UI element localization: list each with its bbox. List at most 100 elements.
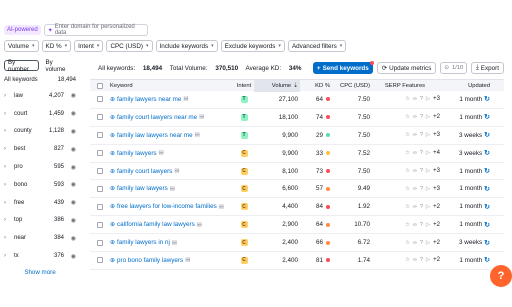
filter-cpc[interactable]: CPC (USD) ▾ <box>106 40 153 52</box>
row-checkbox[interactable] <box>97 203 103 210</box>
filter-kd[interactable]: KD % ▾ <box>41 40 72 52</box>
serp-snapshot-icon[interactable]: ▤ <box>195 132 200 138</box>
serp-snapshot-icon[interactable]: ▤ <box>170 186 175 192</box>
eye-icon[interactable]: ◉ <box>64 253 76 260</box>
row-checkbox[interactable] <box>97 221 103 228</box>
refresh-icon[interactable]: ↻ <box>484 185 490 193</box>
serp-snapshot-icon[interactable]: ▤ <box>183 96 188 102</box>
serp-more-count[interactable]: +3 <box>433 96 440 102</box>
keyword-link[interactable]: family law lawyers <box>117 185 168 192</box>
row-checkbox[interactable] <box>97 114 103 121</box>
update-counter[interactable]: ⊙ 1/10 <box>440 62 467 74</box>
keyword-link[interactable]: free lawyers for low-income families <box>117 203 217 210</box>
serp-snapshot-icon[interactable]: ▤ <box>172 240 177 246</box>
filter-intent[interactable]: Intent ▾ <box>74 40 104 52</box>
add-to-list-icon[interactable]: ⊕ <box>110 96 115 103</box>
serp-snapshot-icon[interactable]: ▤ <box>197 222 202 228</box>
eye-icon[interactable]: ◉ <box>64 235 76 242</box>
refresh-icon[interactable]: ↻ <box>484 131 490 139</box>
serp-more-count[interactable]: +2 <box>433 240 440 246</box>
add-to-list-icon[interactable]: ⊕ <box>110 203 115 210</box>
serp-snapshot-icon[interactable]: ▤ <box>174 168 179 174</box>
serp-snapshot-icon[interactable]: ▤ <box>159 150 164 156</box>
eye-icon[interactable]: ◉ <box>64 128 76 135</box>
header-kd[interactable]: KD % <box>300 83 330 89</box>
sidebar-group-item[interactable]: › top 386 ◉ <box>4 212 76 230</box>
add-to-list-icon[interactable]: ⊕ <box>110 114 115 121</box>
add-to-list-icon[interactable]: ⊕ <box>110 168 115 175</box>
keyword-link[interactable]: family law lawyers near me <box>117 132 193 139</box>
filter-advanced[interactable]: Advanced filters ▾ <box>287 40 347 52</box>
row-checkbox[interactable] <box>97 257 103 264</box>
refresh-icon[interactable]: ↻ <box>484 221 490 229</box>
row-checkbox[interactable] <box>97 168 103 174</box>
keyword-link[interactable]: family lawyers <box>117 150 157 157</box>
serp-snapshot-icon[interactable]: ▤ <box>199 114 204 120</box>
serp-more-count[interactable]: +2 <box>433 257 440 263</box>
refresh-icon[interactable]: ↻ <box>484 256 490 264</box>
export-button[interactable]: ⤓ Export <box>471 62 504 74</box>
row-checkbox[interactable] <box>97 132 103 139</box>
all-keywords-group[interactable]: All keywords 18,494 <box>4 77 76 83</box>
sidebar-group-item[interactable]: › bono 593 ◉ <box>4 176 76 194</box>
eye-icon[interactable]: ◉ <box>64 92 76 99</box>
row-checkbox[interactable] <box>97 185 103 192</box>
update-metrics-button[interactable]: ⟳ Update metrics <box>376 62 437 74</box>
select-all-checkbox[interactable] <box>97 82 103 89</box>
add-to-list-icon[interactable]: ⊕ <box>110 257 115 264</box>
keyword-link[interactable]: pro bono family lawyers <box>117 257 183 264</box>
eye-icon[interactable]: ◉ <box>64 164 76 171</box>
eye-icon[interactable]: ◉ <box>64 146 76 153</box>
sidebar-group-item[interactable]: › pro 595 ◉ <box>4 158 76 176</box>
help-button[interactable]: ? <box>490 265 512 287</box>
sidebar-group-item[interactable]: › law 4,207 ◉ <box>4 87 76 105</box>
sidebar-group-item[interactable]: › free 439 ◉ <box>4 194 76 212</box>
serp-more-count[interactable]: +3 <box>433 132 440 138</box>
header-updated[interactable]: Updated <box>440 83 490 89</box>
add-to-list-icon[interactable]: ⊕ <box>110 150 115 157</box>
refresh-icon[interactable]: ↻ <box>484 113 490 121</box>
refresh-icon[interactable]: ↻ <box>484 149 490 157</box>
show-more-link[interactable]: Show more <box>4 269 76 276</box>
refresh-icon[interactable]: ↻ <box>484 95 490 103</box>
refresh-icon[interactable]: ↻ <box>484 203 490 211</box>
filter-exclude-keywords[interactable]: Exclude keywords ▾ <box>220 40 285 52</box>
add-to-list-icon[interactable]: ⊕ <box>110 239 115 246</box>
eye-icon[interactable]: ◉ <box>64 110 76 117</box>
header-volume[interactable]: Volume ⇣ <box>254 79 300 92</box>
header-keyword[interactable]: Keyword <box>110 83 234 89</box>
refresh-icon[interactable]: ↻ <box>484 167 490 175</box>
row-checkbox[interactable] <box>97 150 103 157</box>
add-to-list-icon[interactable]: ⊕ <box>110 132 115 139</box>
keyword-link[interactable]: family lawyers near me <box>117 96 181 103</box>
sidebar-group-item[interactable]: › county 1,128 ◉ <box>4 123 76 141</box>
sidebar-group-item[interactable]: › tx 376 ◉ <box>4 247 76 265</box>
eye-icon[interactable]: ◉ <box>64 181 76 188</box>
refresh-icon[interactable]: ↻ <box>484 239 490 247</box>
header-cpc[interactable]: CPC (USD) <box>330 83 370 89</box>
header-intent[interactable]: Intent <box>234 83 254 89</box>
filter-volume[interactable]: Volume ▾ <box>4 40 39 52</box>
sidebar-group-item[interactable]: › best 827 ◉ <box>4 140 76 158</box>
eye-icon[interactable]: ◉ <box>64 217 76 224</box>
serp-more-count[interactable]: +3 <box>433 168 440 174</box>
row-checkbox[interactable] <box>97 96 103 103</box>
filter-include-keywords[interactable]: Include keywords ▾ <box>155 40 218 52</box>
by-number-button[interactable]: By number <box>4 59 40 73</box>
serp-snapshot-icon[interactable]: ▤ <box>219 204 224 210</box>
serp-more-count[interactable]: +2 <box>433 114 440 120</box>
eye-icon[interactable]: ◉ <box>64 199 76 206</box>
keyword-link[interactable]: family court lawyers <box>117 168 172 175</box>
serp-snapshot-icon[interactable]: ▤ <box>185 257 190 263</box>
serp-more-count[interactable]: +4 <box>433 150 440 156</box>
sidebar-group-item[interactable]: › near 384 ◉ <box>4 229 76 247</box>
keyword-link[interactable]: california family law lawyers <box>117 221 195 228</box>
by-volume-button[interactable]: By volume <box>41 59 76 73</box>
keyword-link[interactable]: family court lawyers near me <box>117 114 197 121</box>
serp-more-count[interactable]: +2 <box>433 222 440 228</box>
send-keywords-button[interactable]: + Send keywords <box>312 61 374 74</box>
keyword-link[interactable]: family lawyers in nj <box>117 239 170 246</box>
row-checkbox[interactable] <box>97 239 103 246</box>
domain-input[interactable]: ✦ Enter domain for personalized data <box>43 24 148 36</box>
add-to-list-icon[interactable]: ⊕ <box>110 221 115 228</box>
